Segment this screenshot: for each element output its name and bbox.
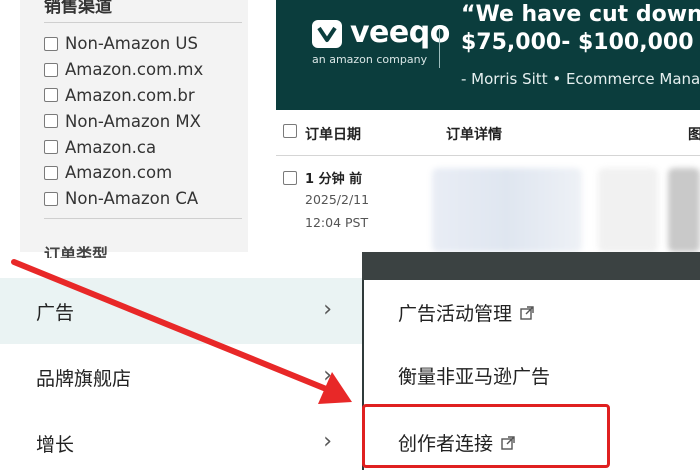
submenu-campaign-manager[interactable]: 广告活动管理 [398, 299, 534, 326]
chevron-right-icon: › [323, 429, 332, 454]
channel-option[interactable]: Amazon.com.br [44, 83, 203, 109]
channel-checkbox[interactable] [44, 165, 58, 180]
channel-label: Non-Amazon US [65, 34, 198, 54]
banner-quote-author: - Morris Sitt • Ecommerce Mana [461, 70, 700, 88]
veeqo-brand: veeqo [350, 15, 450, 50]
channel-checkbox[interactable] [44, 114, 58, 129]
veeqo-banner[interactable]: veeqo an amazon company “We have cut dow… [276, 0, 700, 110]
channel-label: Amazon.com.mx [65, 60, 204, 80]
channel-checkbox[interactable] [44, 140, 58, 155]
menu-item-label: 增长 [36, 434, 75, 456]
filter-divider-bottom [44, 218, 242, 219]
filter-title: 销售渠道 [44, 0, 112, 17]
orders-header-row: 订单日期 订单详情 图 [276, 118, 700, 156]
submenu-measure-non-amazon-ads[interactable]: 衡量非亚马逊广告 [398, 362, 550, 389]
order-details-blurred-2 [598, 168, 658, 252]
channel-label: Amazon.com [65, 163, 173, 183]
menu-item-ads[interactable]: 广告 › [0, 278, 362, 344]
channel-option[interactable]: Non-Amazon US [44, 31, 203, 57]
order-row-checkbox[interactable] [283, 171, 297, 185]
order-time: 12:04 PST [305, 215, 369, 230]
menu-item-label: 广告 [36, 302, 75, 324]
channel-label: Amazon.com.br [65, 85, 195, 105]
nav-menu: 广告 › 品牌旗舰店 › 增长 › [0, 258, 362, 470]
veeqo-logo-icon [312, 20, 342, 48]
veeqo-brand-sub: an amazon company [312, 53, 428, 66]
channel-label: Non-Amazon CA [65, 189, 199, 209]
menu-item-label: 品牌旗舰店 [36, 368, 132, 390]
screenshot-root: 销售渠道 Non-Amazon US Amazon.com.mx Amazon.co… [0, 0, 700, 470]
channel-checkbox[interactable] [44, 88, 58, 103]
banner-quote-line2: $75,000- $100,000 i [461, 30, 700, 55]
order-age: 1 分钟 前 [305, 172, 363, 187]
channel-checkbox[interactable] [44, 62, 58, 77]
submenu-label: 衡量非亚马逊广告 [398, 366, 551, 388]
column-order-details[interactable]: 订单详情 [446, 124, 502, 144]
external-link-icon [520, 305, 534, 320]
order-image-blurred [668, 168, 700, 252]
menu-item-brand-store[interactable]: 品牌旗舰店 › [0, 344, 362, 410]
column-order-date[interactable]: 订单日期 [305, 124, 361, 144]
sales-channel-filter: 销售渠道 Non-Amazon US Amazon.com.mx Amazon.co… [20, 0, 248, 264]
channel-checkbox[interactable] [44, 191, 58, 206]
banner-quote-line1: “We have cut down [461, 2, 700, 27]
select-all-checkbox[interactable] [283, 124, 297, 138]
order-date: 2025/2/11 [305, 192, 370, 207]
chevron-right-icon: › [323, 363, 332, 388]
channel-checkbox[interactable] [44, 36, 58, 51]
banner-separator [439, 28, 440, 68]
channel-label: Amazon.ca [65, 137, 157, 157]
channel-list: Non-Amazon US Amazon.com.mx Amazon.com.br N… [44, 31, 203, 212]
channel-option[interactable]: Amazon.ca [44, 134, 203, 160]
filter-divider-top [44, 22, 242, 23]
channel-option[interactable]: Amazon.com.mx [44, 57, 203, 83]
channel-option[interactable]: Non-Amazon MX [44, 108, 203, 134]
menu-top-strip [362, 252, 700, 280]
channel-label: Non-Amazon MX [65, 111, 201, 131]
channel-option[interactable]: Non-Amazon CA [44, 186, 203, 212]
channel-option[interactable]: Amazon.com [44, 160, 203, 186]
submenu-label: 广告活动管理 [398, 303, 513, 325]
chevron-right-icon: › [323, 297, 332, 322]
order-details-blurred [432, 168, 582, 252]
menu-item-growth[interactable]: 增长 › [0, 410, 362, 470]
column-image[interactable]: 图 [688, 124, 700, 144]
highlight-box [362, 404, 610, 468]
